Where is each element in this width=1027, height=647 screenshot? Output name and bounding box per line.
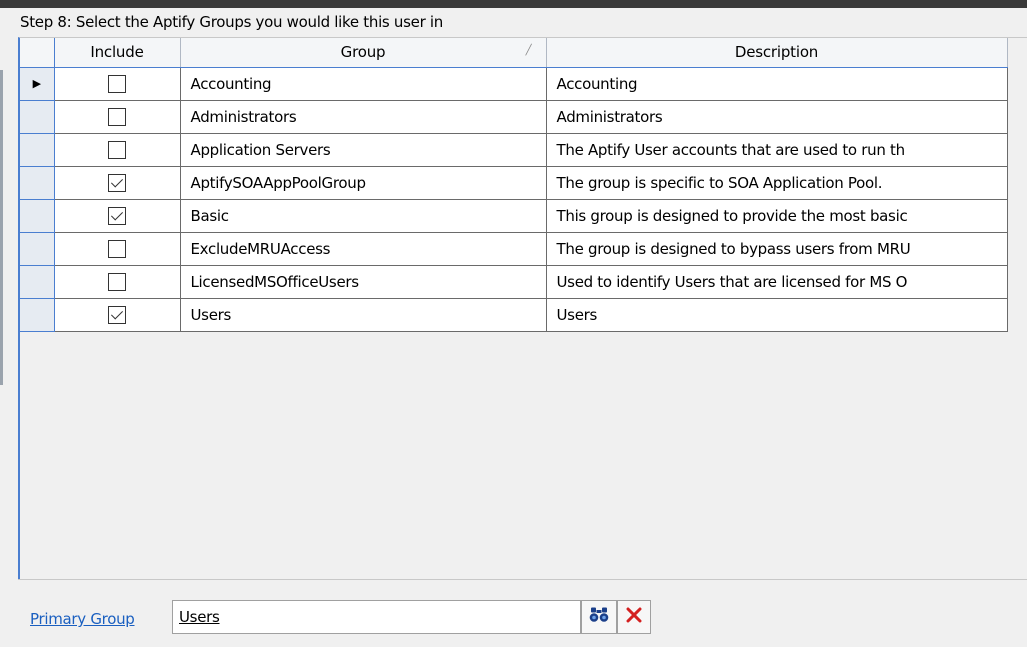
window-top-border [0,0,1027,8]
group-cell[interactable]: LicensedMSOfficeUsers [180,265,547,299]
group-cell[interactable]: Basic [180,199,547,233]
group-cell[interactable]: Accounting [180,67,547,101]
include-checkbox[interactable] [108,140,126,159]
group-cell[interactable]: Application Servers [180,133,547,167]
binoculars-icon [589,607,609,627]
row-header[interactable] [20,199,55,233]
primary-group-link[interactable]: Primary Group [30,610,135,628]
clear-button[interactable] [617,600,651,634]
row-header[interactable] [20,265,55,299]
row-header[interactable] [20,298,55,332]
table-row[interactable]: LicensedMSOfficeUsers Used to identify Us… [20,265,1008,299]
include-checkbox[interactable] [108,206,126,225]
sort-indicator-icon: ╱ [525,45,532,56]
primary-group-input[interactable] [172,600,581,634]
table-row[interactable]: ExcludeMRUAccess The group is designed to… [20,232,1008,266]
description-cell[interactable]: This group is designed to provide the mo… [546,199,1008,233]
include-cell [54,298,181,332]
step-title: Step 8: Select the Aptify Groups you wou… [20,13,443,31]
include-cell [54,199,181,233]
description-cell[interactable]: The group is designed to bypass users fr… [546,232,1008,266]
group-cell[interactable]: Users [180,298,547,332]
group-cell[interactable]: AptifySOAAppPoolGroup [180,166,547,200]
include-cell [54,133,181,167]
table-row[interactable]: Users Users [20,298,1008,332]
include-checkbox[interactable] [108,272,126,291]
description-cell[interactable]: Users [546,298,1008,332]
row-header[interactable] [20,100,55,134]
include-checkbox[interactable] [108,107,126,126]
groups-grid[interactable]: Include Group ╱ Description ▶ Accounting Ac… [18,37,1027,580]
table-row[interactable]: Basic This group is designed to provide t… [20,199,1008,233]
table-row[interactable]: AptifySOAAppPoolGroup The group is specif… [20,166,1008,200]
column-header-group-label: Group [340,43,386,62]
row-header[interactable] [20,166,55,200]
column-header-include-label: Include [90,43,144,62]
group-cell[interactable]: ExcludeMRUAccess [180,232,547,266]
include-cell [54,166,181,200]
include-cell [54,67,181,101]
row-header[interactable] [20,133,55,167]
table-row[interactable]: ▶ Accounting Accounting [20,67,1008,101]
include-checkbox[interactable] [108,239,126,258]
groups-table: Include Group ╱ Description ▶ Accounting Ac… [20,38,1008,332]
description-cell[interactable]: The Aptify User accounts that are used t… [546,133,1008,167]
header-corner [20,38,55,68]
row-pointer-icon: ▶ [32,77,41,90]
find-button[interactable] [581,600,617,634]
row-header[interactable]: ▶ [20,67,55,101]
include-checkbox[interactable] [108,173,126,192]
description-cell[interactable]: The group is specific to SOA Application… [546,166,1008,200]
group-cell[interactable]: Administrators [180,100,547,134]
description-cell[interactable]: Accounting [546,67,1008,101]
include-checkbox[interactable] [108,74,126,93]
include-cell [54,232,181,266]
include-cell [54,265,181,299]
red-x-icon [625,606,643,628]
description-cell[interactable]: Administrators [546,100,1008,134]
left-panel-edge [0,70,3,385]
row-header[interactable] [20,232,55,266]
column-header-description[interactable]: Description [546,38,1008,68]
grid-bottom-border [18,579,1027,580]
column-header-group[interactable]: Group ╱ [180,38,547,68]
table-row[interactable]: Administrators Administrators [20,100,1008,134]
include-checkbox[interactable] [108,305,126,324]
column-header-include[interactable]: Include [54,38,181,68]
description-cell[interactable]: Used to identify Users that are licensed… [546,265,1008,299]
table-row[interactable]: Application Servers The Aptify User accou… [20,133,1008,167]
header-row: Include Group ╱ Description [20,38,1008,68]
include-cell [54,100,181,134]
column-header-description-label: Description [734,43,819,62]
